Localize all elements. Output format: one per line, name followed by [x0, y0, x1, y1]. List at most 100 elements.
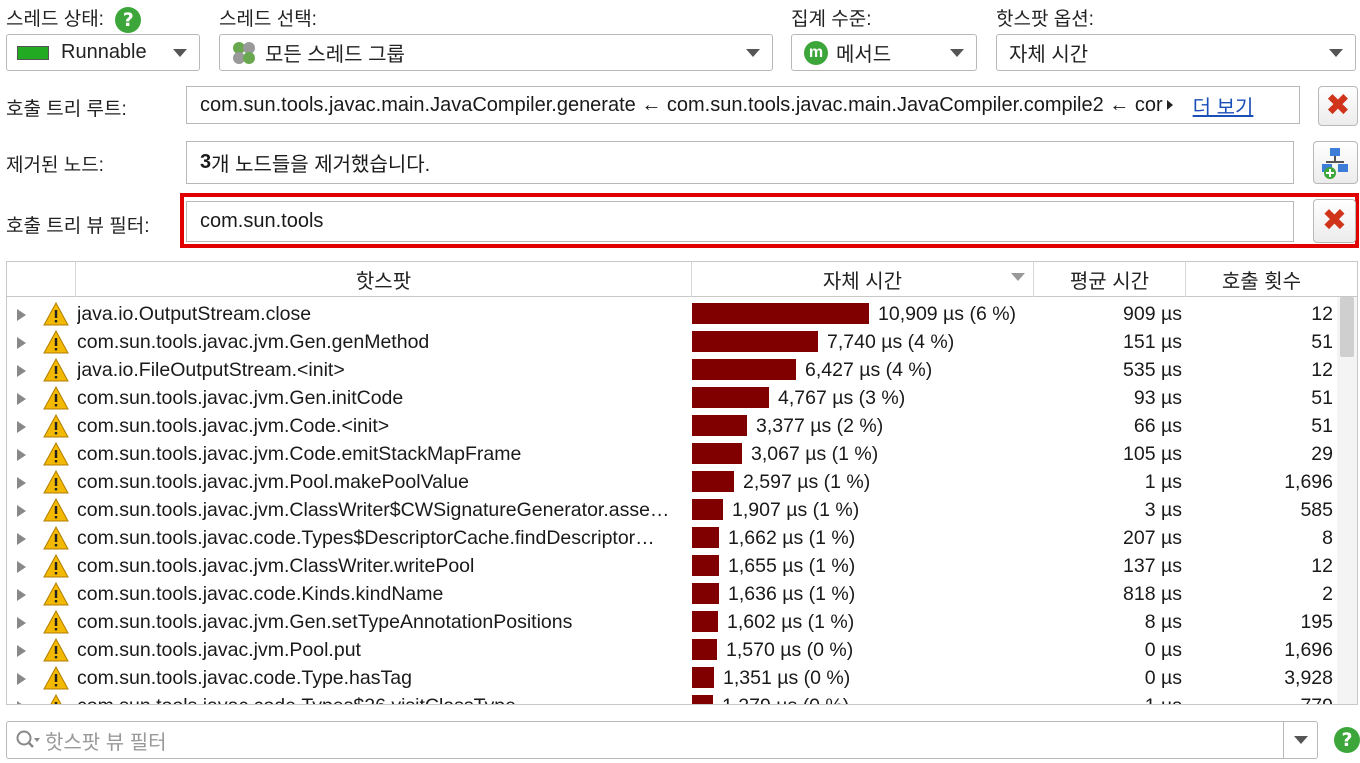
search-icon	[15, 729, 41, 751]
table-row[interactable]: com.sun.tools.javac.jvm.ClassWriter$CWSi…	[7, 496, 1337, 524]
avg-time-value: 909 µs	[1123, 303, 1182, 325]
call-count-value: 12	[1311, 555, 1333, 577]
scroll-right-icon[interactable]	[1166, 100, 1173, 110]
call-count-value: 779	[1187, 692, 1333, 704]
table-row[interactable]: com.sun.tools.javac.jvm.Gen.initCode 4,76…	[7, 384, 1337, 412]
close-icon: ✖	[1321, 203, 1348, 238]
column-header-avg-time[interactable]: 평균 시간	[1033, 262, 1185, 297]
self-time-value: 7,740 µs (4 %)	[827, 331, 955, 353]
expand-arrow-icon[interactable]	[17, 365, 26, 377]
restore-nodes-button[interactable]	[1313, 141, 1358, 184]
method-name: com.sun.tools.javac.code.Types$26.visitC…	[77, 692, 689, 704]
table-row[interactable]: com.sun.tools.javac.jvm.Pool.makePoolVal…	[7, 468, 1337, 496]
expand-arrow-icon[interactable]	[17, 505, 26, 517]
call-tree-root-value: com.sun.tools.javac.main.JavaCompiler.ge…	[200, 93, 1163, 116]
self-time-value: 3,067 µs (1 %)	[751, 443, 879, 465]
warning-icon	[43, 692, 69, 704]
self-time-value: 1,602 µs (1 %)	[727, 611, 855, 633]
table-row[interactable]: java.io.OutputStream.close 10,909 µs (6 %…	[7, 300, 1337, 328]
help-icon[interactable]: ?	[115, 6, 142, 33]
self-time-value: 1,655 µs (1 %)	[728, 555, 856, 577]
vertical-scrollbar[interactable]	[1337, 297, 1357, 704]
expand-arrow-icon[interactable]	[17, 673, 26, 685]
expand-arrow-icon[interactable]	[17, 477, 26, 489]
expand-arrow-icon[interactable]	[17, 393, 26, 405]
hotspot-options-value: 자체 시간	[1009, 44, 1089, 66]
warning-icon	[43, 468, 69, 496]
expand-arrow-icon[interactable]	[17, 449, 26, 461]
table-row[interactable]: com.sun.tools.javac.code.Kinds.kindName 1…	[7, 580, 1337, 608]
self-time-value: 1,279 µs (0 %)	[722, 692, 849, 704]
self-time-bar	[692, 583, 719, 604]
removed-nodes-field: 3 개 노드들을 제거했습니다.	[186, 141, 1294, 184]
method-name: java.io.FileOutputStream.<init>	[77, 359, 345, 381]
hotspot-filter-input[interactable]: 핫스팟 뷰 필터	[6, 721, 1318, 759]
method-name: com.sun.tools.javac.jvm.Code.<init>	[77, 415, 390, 437]
hotspot-options-dropdown[interactable]: 자체 시간	[996, 34, 1356, 71]
method-name: com.sun.tools.javac.jvm.Gen.setTypeAnnot…	[77, 611, 573, 633]
chevron-down-icon	[173, 49, 187, 57]
warning-icon	[43, 496, 69, 524]
avg-time-value: 3 µs	[1144, 499, 1182, 521]
warning-icon	[43, 300, 69, 328]
table-row[interactable]: com.sun.tools.javac.code.Types$26.visitC…	[7, 692, 1337, 704]
avg-time-value: 137 µs	[1123, 555, 1182, 577]
expand-arrow-icon[interactable]	[17, 561, 26, 573]
expand-arrow-icon[interactable]	[17, 645, 26, 657]
self-time-header-text: 자체 시간	[822, 271, 903, 293]
expand-arrow-icon[interactable]	[17, 421, 26, 433]
expand-arrow-icon[interactable]	[17, 309, 26, 321]
self-time-value: 1,570 µs (0 %)	[726, 639, 854, 661]
warning-icon	[43, 636, 69, 664]
self-time-bar	[692, 443, 742, 464]
thread-state-label: 스레드 상태: ?	[6, 4, 142, 33]
table-row[interactable]: com.sun.tools.javac.jvm.Gen.setTypeAnnot…	[7, 608, 1337, 636]
table-row[interactable]: com.sun.tools.javac.jvm.ClassWriter.writ…	[7, 552, 1337, 580]
expand-arrow-icon[interactable]	[17, 337, 26, 349]
filter-history-dropdown[interactable]	[1283, 722, 1317, 758]
call-tree-root-label: 호출 트리 루트:	[6, 99, 127, 120]
column-header-self-time[interactable]: 자체 시간	[691, 262, 1033, 297]
avg-time-value: 1 µs	[1037, 692, 1182, 704]
thread-state-label-text: 스레드 상태:	[6, 9, 104, 30]
table-row[interactable]: com.sun.tools.javac.jvm.Code.<init> 3,377…	[7, 412, 1337, 440]
more-link[interactable]: 더 보기	[1193, 91, 1254, 120]
warning-icon	[43, 664, 69, 692]
tree-add-icon	[1321, 147, 1348, 179]
hotspot-filter-placeholder: 핫스팟 뷰 필터	[45, 731, 167, 754]
avg-time-value: 105 µs	[1123, 443, 1182, 465]
self-time-value: 1,907 µs (1 %)	[732, 499, 860, 521]
expand-arrow-icon[interactable]	[17, 533, 26, 545]
method-name: com.sun.tools.javac.code.Types$Descripto…	[77, 527, 655, 549]
method-name: com.sun.tools.javac.jvm.Pool.makePoolVal…	[77, 471, 469, 493]
thread-state-dropdown[interactable]: Runnable	[6, 34, 200, 71]
expand-arrow-icon[interactable]	[17, 701, 26, 704]
table-row[interactable]: com.sun.tools.javac.code.Types$Descripto…	[7, 524, 1337, 552]
aggregation-dropdown[interactable]: m 메서드	[791, 34, 977, 71]
expand-arrow-icon[interactable]	[17, 617, 26, 629]
method-name: com.sun.tools.javac.jvm.Gen.genMethod	[77, 331, 430, 353]
call-count-value: 1,696	[1284, 471, 1333, 493]
table-row[interactable]: com.sun.tools.javac.jvm.Gen.genMethod 7,7…	[7, 328, 1337, 356]
column-header-call-count[interactable]: 호출 횟수	[1185, 262, 1337, 297]
table-row[interactable]: com.sun.tools.javac.code.Type.hasTag 1,35…	[7, 664, 1337, 692]
scrollbar-thumb[interactable]	[1340, 297, 1354, 357]
chevron-down-icon	[1329, 49, 1343, 57]
method-icon: m	[804, 40, 828, 65]
view-filter-label: 호출 트리 뷰 필터:	[6, 216, 150, 237]
method-name: com.sun.tools.javac.jvm.Code.emitStackMa…	[77, 443, 522, 465]
thread-select-dropdown[interactable]: 모든 스레드 그룹	[219, 34, 773, 71]
table-row[interactable]: com.sun.tools.javac.jvm.Code.emitStackMa…	[7, 440, 1337, 468]
table-row[interactable]: com.sun.tools.javac.jvm.Pool.put 1,570 µs…	[7, 636, 1337, 664]
self-time-value: 4,767 µs (3 %)	[778, 387, 906, 409]
avg-time-value: 151 µs	[1123, 331, 1182, 353]
help-icon[interactable]: ?	[1334, 727, 1360, 753]
column-header-hotspot[interactable]: 핫스팟	[75, 262, 691, 297]
table-row[interactable]: java.io.FileOutputStream.<init> 6,427 µs …	[7, 356, 1337, 384]
clear-filter-button[interactable]: ✖	[1313, 199, 1356, 243]
expand-arrow-icon[interactable]	[17, 589, 26, 601]
view-filter-input[interactable]: com.sun.tools	[186, 201, 1294, 242]
clear-root-button[interactable]: ✖	[1318, 86, 1358, 126]
avg-time-value: 93 µs	[1133, 387, 1182, 409]
self-time-bar	[692, 527, 719, 548]
